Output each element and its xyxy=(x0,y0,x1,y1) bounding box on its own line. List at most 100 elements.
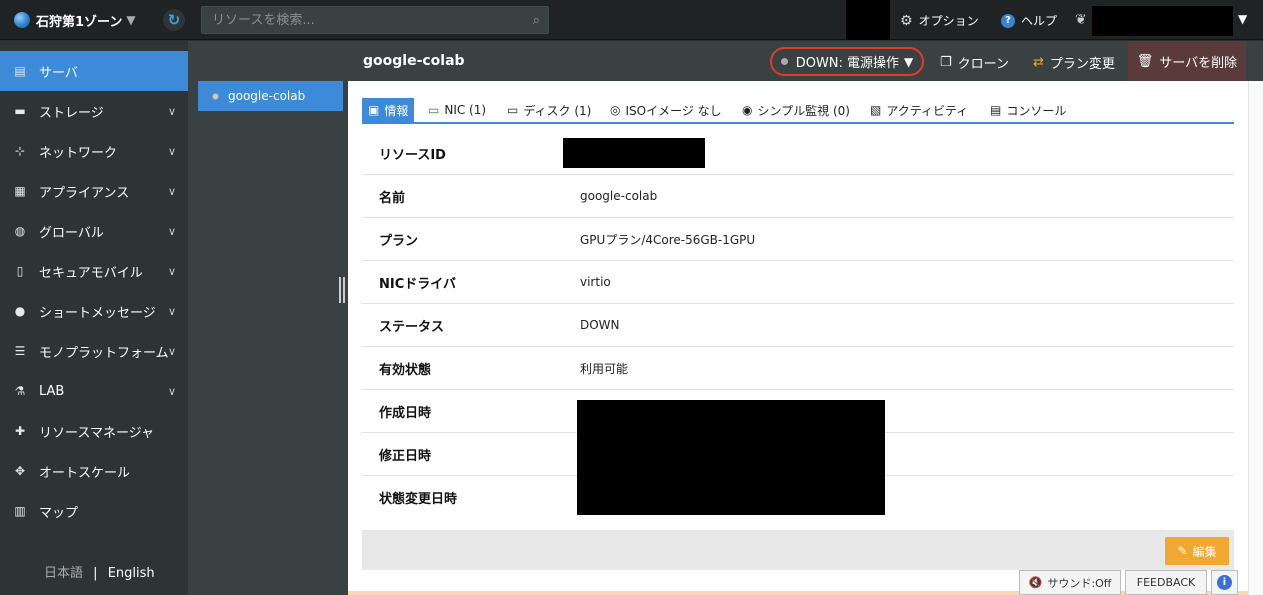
plan-change-button[interactable]: ⇄ プラン変更 xyxy=(1033,53,1115,72)
network-icon: ⊹ xyxy=(14,144,26,158)
help-button[interactable]: ? ヘルプ xyxy=(1001,12,1057,29)
caret-down-icon: ▼ xyxy=(126,13,136,27)
lang-ja-link[interactable]: 日本語 xyxy=(44,566,83,581)
speaker-muted-icon: 🔇 xyxy=(1028,576,1043,589)
clone-label: クローン xyxy=(957,57,1010,72)
sound-toggle-button[interactable]: 🔇 サウンド:Off xyxy=(1019,570,1121,595)
zone-label: 石狩第1ゾーン xyxy=(36,14,123,30)
puzzle-icon: ✚ xyxy=(14,424,26,438)
copy-icon: ❐ xyxy=(940,55,952,70)
top-bar: 石狩第1ゾーン ▼ ↻ ⌕ ⚙ オプション ? ヘルプ ❦ ▼ xyxy=(0,0,1263,40)
nic-icon: ▭ xyxy=(428,103,440,117)
search-box: ⌕ xyxy=(201,6,549,34)
list-icon: ☰ xyxy=(14,344,26,358)
sidebar-item-lab[interactable]: ⚗ LAB ∨ xyxy=(0,371,188,411)
disk-icon: ▭ xyxy=(507,103,519,117)
delete-label: サーバを削除 xyxy=(1159,55,1238,71)
server-icon: ▤ xyxy=(14,64,26,78)
lang-en-link[interactable]: English xyxy=(108,566,155,581)
tab-label: コンソール xyxy=(1006,103,1067,118)
tab-label: シンプル監視 (0) xyxy=(757,103,850,118)
tab-label: 情報 xyxy=(384,103,409,118)
sidebar-item-network[interactable]: ⊹ ネットワーク ∨ xyxy=(0,131,188,171)
tab-label: アクティビティ xyxy=(886,103,969,118)
tab-iso[interactable]: ◎ ISOイメージ なし xyxy=(610,98,722,122)
grid-icon: ▦ xyxy=(14,184,26,198)
refresh-button[interactable]: ↻ xyxy=(163,9,185,31)
sidebar-item-resource-manager[interactable]: ✚ リソースマネージャ xyxy=(0,411,188,451)
sidebar-item-label: サーバ xyxy=(39,65,78,81)
sidebar-item-appliance[interactable]: ▦ アプライアンス ∨ xyxy=(0,171,188,211)
tab-label: ディスク (1) xyxy=(523,103,592,118)
chevron-down-icon: ∨ xyxy=(167,224,176,238)
row-label: 有効状態 xyxy=(379,362,432,378)
help-icon: ? xyxy=(1001,13,1015,28)
zone-selector[interactable]: 石狩第1ゾーン ▼ xyxy=(14,10,136,30)
status-dot-icon xyxy=(780,58,788,65)
help-label: ヘルプ xyxy=(1021,14,1058,28)
sidebar-item-server[interactable]: ▤ サーバ xyxy=(0,51,188,91)
table-row: 有効状態 利用可能 xyxy=(362,347,1234,390)
table-row: プラン GPUプラン/4Core-56GB-1GPU xyxy=(362,218,1234,261)
sidebar: ▤ サーバ ▬ ストレージ ∨ ⊹ ネットワーク ∨ ▦ アプライアンス ∨ ◍… xyxy=(0,41,188,595)
search-input[interactable] xyxy=(202,7,548,33)
tab-activity[interactable]: ▧ アクティビティ xyxy=(870,98,968,122)
language-switcher: 日本語 | English xyxy=(44,562,155,581)
chevron-down-icon: ∨ xyxy=(167,144,176,158)
options-label: オプション xyxy=(918,14,979,28)
sidebar-item-label: モノプラットフォーム xyxy=(39,345,169,361)
sound-label: サウンド:Off xyxy=(1047,576,1112,590)
tab-monitoring[interactable]: ◉ シンプル監視 (0) xyxy=(742,98,850,122)
row-label: 修正日時 xyxy=(379,448,432,464)
resize-handle[interactable] xyxy=(339,277,345,303)
sidebar-item-mono-platform[interactable]: ☰ モノプラットフォーム ∨ xyxy=(0,331,188,371)
gear-icon: ⚙ xyxy=(900,12,913,29)
chevron-down-icon: ∨ xyxy=(167,384,176,398)
tab-info[interactable]: ▣ 情報 xyxy=(362,98,415,122)
row-value: virtio xyxy=(580,275,611,289)
row-label: NICドライバ xyxy=(379,276,456,292)
delete-server-button[interactable]: 🗑 サーバを削除 xyxy=(1128,41,1246,81)
sidebar-item-label: ストレージ xyxy=(39,105,104,121)
tab-nic[interactable]: ▭ NIC (1) xyxy=(428,98,486,122)
options-button[interactable]: ⚙ オプション xyxy=(900,12,979,29)
globe-icon xyxy=(14,12,30,28)
table-row: 名前 google-colab xyxy=(362,175,1234,218)
row-label: 状態変更日時 xyxy=(379,492,458,507)
row-value: DOWN xyxy=(580,318,620,332)
sidebar-item-label: ショートメッセージ xyxy=(39,305,156,321)
refresh-icon: ↻ xyxy=(167,11,181,29)
sidebar-item-map[interactable]: ▥ マップ xyxy=(0,491,188,531)
info-button[interactable]: i xyxy=(1211,570,1238,595)
table-row: NICドライバ virtio xyxy=(362,261,1234,304)
edit-button[interactable]: ✎ 編集 xyxy=(1165,537,1229,565)
console-icon: ▤ xyxy=(990,103,1002,117)
tab-console[interactable]: ▤ コンソール xyxy=(990,98,1066,122)
move-icon: ✥ xyxy=(14,464,26,478)
power-menu-button[interactable]: DOWN: 電源操作 ▼ xyxy=(770,47,924,76)
map-icon: ▥ xyxy=(14,504,26,518)
clone-button[interactable]: ❐ クローン xyxy=(940,53,1009,72)
plan-change-label: プラン変更 xyxy=(1049,57,1115,72)
feedback-button[interactable]: FEEDBACK xyxy=(1125,570,1207,595)
sidebar-item-global[interactable]: ◍ グローバル ∨ xyxy=(0,211,188,251)
server-list-item-label: google-colab xyxy=(228,89,306,103)
sidebar-item-secure-mobile[interactable]: ▯ セキュアモバイル ∨ xyxy=(0,251,188,291)
server-list-item[interactable]: google-colab xyxy=(198,81,343,111)
sidebar-item-storage[interactable]: ▬ ストレージ ∨ xyxy=(0,91,188,131)
scrollbar[interactable] xyxy=(1248,81,1263,595)
row-value: google-colab xyxy=(580,189,658,203)
table-row: ステータス DOWN xyxy=(362,304,1234,347)
row-value: GPUプラン/4Core-56GB-1GPU xyxy=(580,232,756,247)
row-label: 作成日時 xyxy=(379,405,432,421)
sidebar-item-autoscale[interactable]: ✥ オートスケール xyxy=(0,451,188,491)
account-menu-icon[interactable]: ▼ xyxy=(1238,12,1247,26)
tab-label: ISOイメージ なし xyxy=(625,103,722,118)
trash-icon: 🗑 xyxy=(1136,53,1154,69)
sidebar-item-short-message[interactable]: ● ショートメッセージ ∨ xyxy=(0,291,188,331)
tab-disk[interactable]: ▭ ディスク (1) xyxy=(507,98,591,122)
pencil-icon: ✎ xyxy=(1177,544,1188,558)
info-icon: i xyxy=(1217,575,1232,590)
search-icon[interactable]: ⌕ xyxy=(533,13,540,28)
row-value: 利用可能 xyxy=(580,361,629,376)
